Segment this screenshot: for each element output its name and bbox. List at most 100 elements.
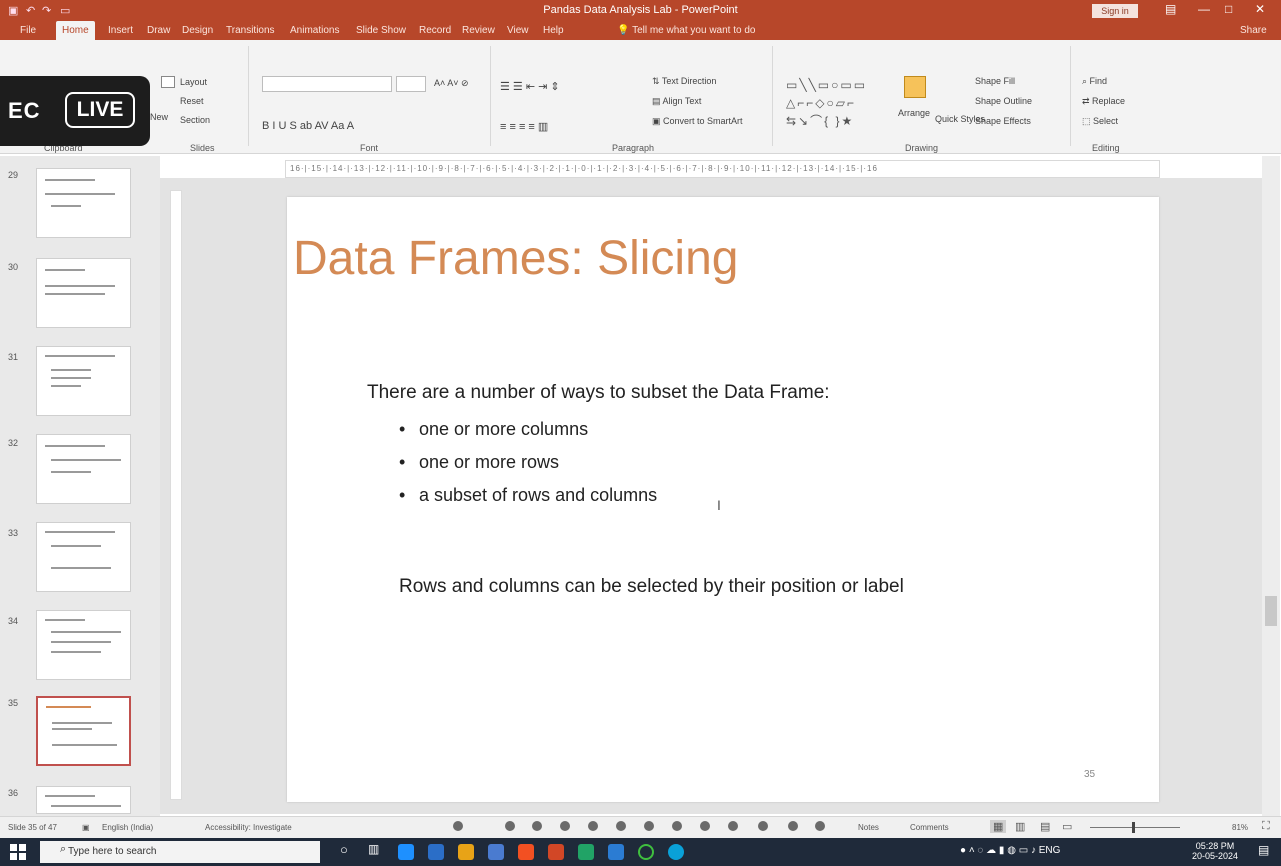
notifications-icon[interactable]: ▤ (1258, 843, 1269, 859)
tab-slide-show[interactable]: Slide Show (356, 21, 406, 40)
vertical-scrollbar[interactable] (1262, 156, 1280, 816)
file-explorer-icon[interactable] (488, 844, 504, 860)
layout-button[interactable]: Layout (180, 77, 207, 87)
tab-design[interactable]: Design (182, 21, 213, 40)
slide-thumbnail[interactable] (36, 258, 131, 328)
accessibility-status[interactable]: Accessibility: Investigate (205, 823, 292, 832)
reset-button[interactable]: Reset (180, 96, 204, 106)
nav-dot[interactable] (758, 821, 768, 831)
find-button[interactable]: ⌕ Find (1082, 76, 1107, 87)
fit-slide-icon[interactable]: ⛶ (1262, 820, 1270, 833)
spellcheck-icon[interactable]: ▣ (82, 823, 90, 832)
slide-thumbnail[interactable] (36, 786, 131, 814)
slide-sorter-icon[interactable]: ▥ (1015, 820, 1025, 833)
notes-button[interactable]: Notes (858, 823, 879, 832)
nav-dot[interactable] (532, 821, 542, 831)
share-button[interactable]: Share (1240, 21, 1267, 40)
scrollbar-thumb[interactable] (1265, 596, 1277, 626)
tab-view[interactable]: View (507, 21, 529, 40)
convert-smartart-button[interactable]: ▣ Convert to SmartArt (652, 116, 743, 127)
zoom-slider-thumb[interactable] (1132, 822, 1135, 833)
slide-thumbnail[interactable] (36, 522, 131, 592)
nav-dot[interactable] (560, 821, 570, 831)
comments-button[interactable]: Comments (910, 823, 949, 832)
tab-file[interactable]: File (20, 21, 36, 40)
tab-record[interactable]: Record (419, 21, 451, 40)
shape-fill-button[interactable]: Shape Fill (975, 76, 1015, 86)
font-size-combo[interactable] (396, 76, 426, 92)
arrange-button[interactable]: Arrange (898, 108, 930, 118)
tab-help[interactable]: Help (543, 21, 564, 40)
maximize-button[interactable]: □ (1225, 2, 1232, 16)
zoom-level[interactable]: 81% (1232, 823, 1248, 832)
list-buttons[interactable]: ☰ ☰ ⇤ ⇥ ⇕ (500, 80, 560, 93)
slideshow-icon[interactable]: ▭ (1062, 820, 1072, 833)
browser-icon[interactable] (668, 844, 684, 860)
powerpoint-icon[interactable] (548, 844, 564, 860)
font-format-buttons[interactable]: B I U S ab AV Aa A (262, 120, 354, 132)
slide-bullet[interactable]: • one or more rows (399, 452, 559, 473)
office-icon[interactable] (518, 844, 534, 860)
text-direction-button[interactable]: ⇅ Text Direction (652, 76, 716, 87)
nav-dot[interactable] (505, 821, 515, 831)
task-view-icon[interactable]: ▥ (368, 842, 379, 858)
nav-dot[interactable] (728, 821, 738, 831)
nav-dot[interactable] (815, 821, 825, 831)
shape-outline-button[interactable]: Shape Outline (975, 96, 1032, 106)
tab-home[interactable]: Home (56, 21, 95, 40)
nav-dot[interactable] (644, 821, 654, 831)
normal-view-icon[interactable]: ▦ (990, 820, 1007, 833)
nav-dot[interactable] (616, 821, 626, 831)
nav-dot[interactable] (788, 821, 798, 831)
tab-transitions[interactable]: Transitions (226, 21, 275, 40)
tell-me-search[interactable]: 💡 Tell me what you want to do (617, 21, 755, 40)
reading-view-icon[interactable]: ▤ (1040, 820, 1050, 833)
align-text-button[interactable]: ▤ Align Text (652, 96, 701, 107)
shape-effects-button[interactable]: Shape Effects (975, 116, 1031, 126)
nav-dot[interactable] (588, 821, 598, 831)
zoom-slider[interactable] (1090, 827, 1180, 828)
slide-bullet[interactable]: • one or more columns (399, 419, 588, 440)
word-icon[interactable] (608, 844, 624, 860)
slide-thumbnail[interactable] (36, 434, 131, 504)
minimize-button[interactable]: — (1198, 2, 1210, 16)
nav-dot[interactable] (453, 821, 463, 831)
taskbar-clock[interactable]: 05:28 PM 20-05-2024 (1192, 841, 1238, 861)
font-grow-shrink-icon[interactable]: A˄ A˅ ⊘ (434, 78, 469, 89)
slide-note-text[interactable]: Rows and columns can be selected by thei… (399, 576, 904, 598)
select-button[interactable]: ⬚ Select (1082, 116, 1118, 127)
slide-thumbnail[interactable] (36, 610, 131, 680)
slide-intro-text[interactable]: There are a number of ways to subset the… (367, 382, 830, 404)
dropbox-icon[interactable] (428, 844, 444, 860)
slide-bullet[interactable]: • a subset of rows and columns (399, 485, 657, 506)
replace-button[interactable]: ⇄ Replace (1082, 96, 1125, 107)
shapes-gallery[interactable]: ▭╲╲▭○▭▭ △⌐⌐◇○▱⌐ ⇆↘⌒{ }★ (786, 76, 896, 134)
ribbon-display-icon[interactable]: ▤ (1165, 2, 1176, 16)
sign-in-button[interactable]: Sign in (1092, 4, 1138, 18)
section-button[interactable]: Section (180, 115, 210, 125)
system-tray-icons[interactable]: ● ˄ ◌ ☁ ▮ ◍ ▭ ♪ ENG (960, 845, 1060, 861)
tab-insert[interactable]: Insert (108, 21, 133, 40)
app-icon[interactable] (638, 844, 654, 860)
slide-thumbnail[interactable] (36, 346, 131, 416)
new-slide-button[interactable]: New (150, 112, 168, 122)
font-name-combo[interactable] (262, 76, 392, 92)
tab-animations[interactable]: Animations (290, 21, 339, 40)
slide-thumbnail[interactable] (36, 168, 131, 238)
nav-dot[interactable] (672, 821, 682, 831)
app-icon[interactable] (458, 844, 474, 860)
language-indicator[interactable]: English (India) (102, 823, 153, 832)
tab-draw[interactable]: Draw (147, 21, 170, 40)
edge-icon[interactable] (398, 844, 414, 860)
windows-start-icon[interactable] (10, 844, 26, 860)
nav-dot[interactable] (700, 821, 710, 831)
cortana-icon[interactable]: ○ (340, 842, 348, 858)
slide-title[interactable]: Data Frames: Slicing (293, 231, 738, 286)
tab-review[interactable]: Review (462, 21, 495, 40)
taskbar-search-input[interactable]: Type here to search (40, 841, 320, 863)
current-slide[interactable]: Data Frames: Slicing There are a number … (287, 197, 1159, 802)
excel-icon[interactable] (578, 844, 594, 860)
align-buttons[interactable]: ≡ ≡ ≡ ≡ ▥ (500, 120, 548, 133)
close-button[interactable]: ✕ (1255, 2, 1265, 16)
slide-thumbnail-active[interactable] (36, 696, 131, 766)
